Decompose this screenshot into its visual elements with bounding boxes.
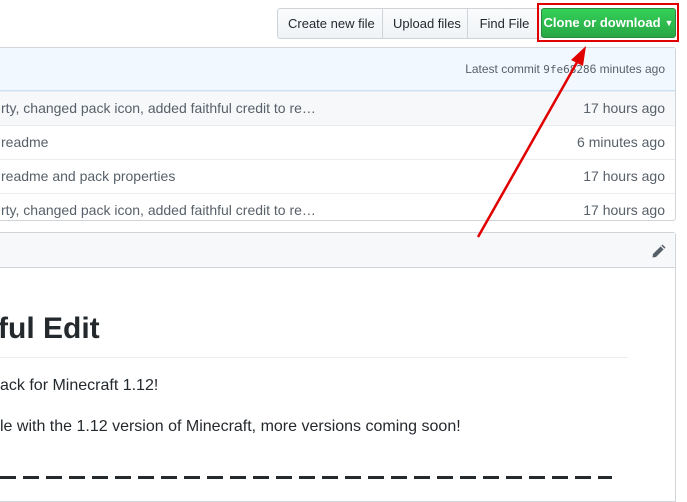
commit-age: 6 minutes ago [589,62,665,76]
create-new-file-button[interactable]: Create new file [277,8,383,39]
title-divider [0,357,628,358]
file-age: 6 minutes ago [577,134,665,150]
commit-message-link[interactable]: readme and pack properties [1,168,175,184]
latest-commit-info: Latest commit 9fe68286 minutes ago [465,62,665,76]
clone-button-label: Clone or download [543,15,661,30]
file-age: 17 hours ago [583,168,665,184]
clone-or-download-button[interactable]: Clone or download ▼ [541,8,676,38]
commit-message-link[interactable]: rty, changed pack icon, added faithful c… [1,202,316,218]
file-row: readme 6 minutes ago [0,125,675,159]
latest-commit-label: Latest commit [465,62,540,76]
file-age: 17 hours ago [583,202,665,218]
readme-header [0,233,675,268]
commit-message-link[interactable]: readme [1,134,48,150]
file-row: rty, changed pack icon, added faithful c… [0,91,675,125]
latest-commit-bar: Latest commit 9fe68286 minutes ago [0,48,675,91]
dashed-rule [0,476,612,479]
commit-sha-link[interactable]: 9fe6828 [543,63,589,76]
readme-paragraph: ack for Minecraft 1.12! [0,377,159,394]
pencil-icon[interactable] [651,243,667,259]
file-actions-toolbar: Create new file Upload files Find File [277,8,542,39]
file-row: rty, changed pack icon, added faithful c… [0,193,675,227]
file-row: readme and pack properties 17 hours ago [0,159,675,193]
caret-down-icon: ▼ [664,18,674,28]
file-list: Latest commit 9fe68286 minutes ago rty, … [0,47,676,221]
readme-title: ful Edit [0,312,100,345]
readme-panel [0,232,676,502]
file-age: 17 hours ago [583,100,665,116]
commit-message-link[interactable]: rty, changed pack icon, added faithful c… [1,100,316,116]
find-file-button[interactable]: Find File [467,8,542,39]
upload-files-button[interactable]: Upload files [382,8,468,39]
readme-paragraph: le with the 1.12 version of Minecraft, m… [0,418,461,435]
